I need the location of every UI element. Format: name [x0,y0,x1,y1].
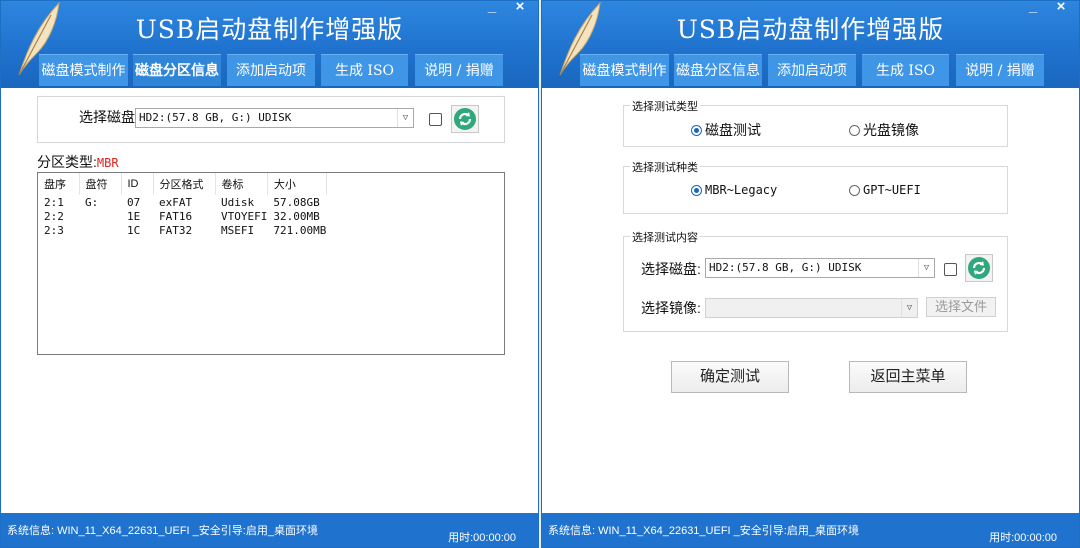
group-title: 选择测试类型 [630,98,700,114]
tab-help-donate[interactable]: 说明 / 捐赠 [415,54,503,86]
radio-dot [691,124,702,136]
col-header[interactable]: 卷标 [215,173,268,195]
title-bar: USB启动盘制作增强版 _ × 磁盘模式制作 磁盘分区信息 添加启动项 生成 I… [542,1,1079,88]
app-title: USB启动盘制作增强版 [676,15,945,44]
confirm-test-button[interactable]: 确定测试 [671,361,789,393]
tab-add-boot-item[interactable]: 添加启动项 [227,54,315,86]
window-disk-partition-info: USB启动盘制作增强版 _ × 磁盘模式制作 磁盘分区信息 添加启动项 生成 I… [0,0,539,548]
disk-select-combo[interactable]: HD2:(57.8 GB, G:) UDISK ▽ [135,108,414,128]
radio-label: 磁盘测试 [705,122,761,138]
disk-select-panel: 选择磁盘: HD2:(57.8 GB, G:) UDISK ▽ [37,96,505,143]
window-test-mode: USB启动盘制作增强版 _ × 磁盘模式制作 磁盘分区信息 添加启动项 生成 I… [541,0,1080,548]
refresh-button[interactable] [965,254,993,282]
radio-dot [849,124,860,136]
disk-select-label: 选择磁盘: [641,261,701,277]
table-header: 盘序 盘符 ID 分区格式 卷标 大小 [38,173,327,195]
cell: exFAT [159,195,193,209]
image-select-combo[interactable]: ▽ [705,298,918,318]
partition-type-label: 分区类型:MBR [37,154,119,170]
col-header[interactable]: 盘符 [79,173,122,195]
col-header[interactable]: ID [121,173,154,195]
refresh-button[interactable] [451,105,479,133]
elapsed-time-text: 用时:00:00:00 [448,532,516,544]
cell: 2:3 [44,223,64,237]
status-bar: 系统信息: WIN_11_X64_22631_UEFI _安全引导:启用_桌面环… [542,513,1079,547]
chevron-down-icon[interactable]: ▽ [397,109,413,127]
cell: 57.08GB [273,195,320,209]
disk-select-value: HD2:(57.8 GB, G:) UDISK [709,261,862,274]
system-info-text: 系统信息: WIN_11_X64_22631_UEFI _安全引导:启用_桌面环… [7,525,318,537]
refresh-icon [968,257,990,279]
choose-file-button[interactable]: 选择文件 [926,297,996,317]
tab-help-donate[interactable]: 说明 / 捐赠 [956,54,1044,86]
close-button[interactable]: × [1051,1,1071,17]
cell: 07 [127,195,141,209]
group-title: 选择测试内容 [630,229,700,245]
cell: 32.00MB [273,209,320,223]
close-button[interactable]: × [510,1,530,17]
test-type-group: 选择测试类型 磁盘测试 光盘镜像 [623,98,1008,147]
test-content-group: 选择测试内容 选择磁盘: HD2:(57.8 GB, G:) UDISK ▽ 选… [623,229,1008,332]
test-kind-group: 选择测试种类 MBR~Legacy GPT~UEFI [623,159,1008,214]
disk-select-combo[interactable]: HD2:(57.8 GB, G:) UDISK ▽ [705,258,935,278]
disk-select-label: 选择磁盘: [79,109,139,125]
image-select-label: 选择镜像: [641,300,701,316]
minimize-button[interactable]: _ [1023,1,1043,17]
table-row[interactable]: 2:3 1C FAT32 MSEFI 721.00MB [38,223,326,237]
table-row[interactable]: 2:1 G: 07 exFAT Udisk 57.08GB [38,195,326,209]
cell: FAT16 [159,209,193,223]
disk-select-value: HD2:(57.8 GB, G:) UDISK [139,111,292,124]
col-header[interactable]: 大小 [267,173,327,195]
radio-dot [849,184,860,196]
radio-gpt-uefi[interactable]: GPT~UEFI [849,183,921,197]
cell: Udisk [221,195,255,209]
cell: 1C [127,223,141,237]
col-header[interactable]: 分区格式 [153,173,216,195]
tab-partition-info[interactable]: 磁盘分区信息 [133,54,221,86]
title-bar: USB启动盘制作增强版 _ × 磁盘模式制作 磁盘分区信息 添加启动项 生成 I… [1,1,538,88]
tab-add-boot-item[interactable]: 添加启动项 [768,54,856,86]
radio-disk-test[interactable]: 磁盘测试 [691,120,761,140]
partition-table[interactable]: 盘序 盘符 ID 分区格式 卷标 大小 2:1 G: 07 exFAT Udis… [37,172,505,355]
back-to-menu-button[interactable]: 返回主菜单 [849,361,967,393]
cell: FAT32 [159,223,193,237]
system-info-text: 系统信息: WIN_11_X64_22631_UEFI _安全引导:启用_桌面环… [548,525,859,537]
radio-label: MBR~Legacy [705,183,778,197]
partition-type-value: MBR [96,156,119,170]
cell: G: [85,195,99,209]
cell [79,223,121,237]
radio-dot [691,184,702,196]
minimize-button[interactable]: _ [482,1,502,17]
tab-disk-mode[interactable]: 磁盘模式制作 [39,54,128,86]
tab-generate-iso[interactable]: 生成 ISO [321,54,408,86]
cell: 721.00MB [273,223,327,237]
cell: MSEFI [221,223,255,237]
disk-checkbox[interactable] [944,263,957,276]
group-title: 选择测试种类 [630,159,700,175]
radio-label: 光盘镜像 [863,122,919,138]
cell: 2:2 [44,209,64,223]
col-header[interactable]: 盘序 [38,173,80,195]
tab-partition-info[interactable]: 磁盘分区信息 [674,54,762,86]
refresh-icon [454,108,476,130]
chevron-down-icon[interactable]: ▽ [901,299,917,317]
app-title: USB启动盘制作增强版 [135,15,404,44]
cell: 1E [127,209,141,223]
cell [79,209,121,223]
status-bar: 系统信息: WIN_11_X64_22631_UEFI _安全引导:启用_桌面环… [1,513,538,547]
tab-disk-mode[interactable]: 磁盘模式制作 [580,54,669,86]
radio-mbr-legacy[interactable]: MBR~Legacy [691,183,777,197]
radio-iso-image[interactable]: 光盘镜像 [849,120,919,140]
table-row[interactable]: 2:2 1E FAT16 VTOYEFI 32.00MB [38,209,326,223]
tab-generate-iso[interactable]: 生成 ISO [862,54,949,86]
disk-checkbox[interactable] [429,113,442,126]
cell: 2:1 [44,195,64,209]
radio-label: GPT~UEFI [863,183,921,197]
chevron-down-icon[interactable]: ▽ [918,259,934,277]
elapsed-time-text: 用时:00:00:00 [989,532,1057,544]
cell: VTOYEFI [221,209,268,223]
